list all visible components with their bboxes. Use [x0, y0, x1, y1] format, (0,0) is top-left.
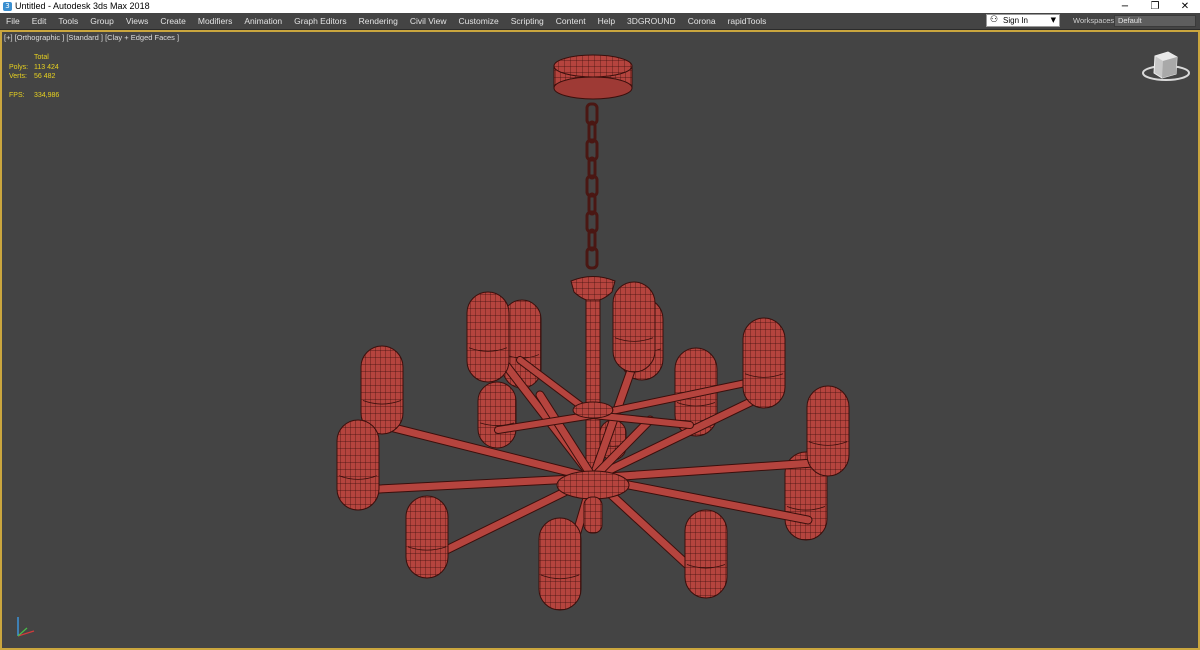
lamp-shade	[538, 517, 582, 611]
lamp-shade	[466, 291, 510, 383]
lamp-shade	[336, 419, 380, 511]
top-cup	[570, 276, 616, 302]
lamp-shade	[806, 385, 850, 477]
lamp-shade	[477, 381, 517, 449]
lamp-shade	[742, 317, 786, 409]
axis-tripod-icon	[17, 617, 35, 637]
chandelier-model[interactable]	[336, 54, 850, 611]
lamp-shade	[684, 509, 728, 599]
chain	[585, 102, 599, 270]
ceiling-canopy	[553, 54, 633, 100]
lamp-shade	[612, 281, 656, 373]
view-cube-icon[interactable]	[1142, 51, 1190, 81]
lamp-shade	[360, 345, 404, 435]
lamp-shade	[405, 495, 449, 579]
viewport-scene	[17, 51, 1190, 637]
